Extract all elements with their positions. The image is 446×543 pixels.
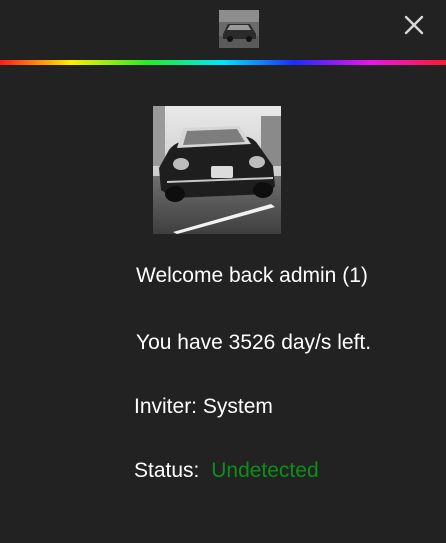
title-bar[interactable]: [0, 0, 446, 52]
user-avatar: [153, 106, 281, 234]
days-remaining: You have 3526 day/s left.: [136, 331, 372, 354]
close-button[interactable]: [401, 12, 427, 38]
status-badge: Undetected: [211, 459, 319, 482]
rainbow-divider: [0, 52, 446, 65]
car-photo-avatar: [153, 106, 281, 234]
welcome-message: Welcome back admin (1): [136, 264, 368, 287]
status-label: Status:: [134, 459, 200, 482]
inviter-info: Inviter: System: [134, 395, 273, 418]
close-icon: [404, 15, 424, 35]
status-line: Status: Undetected: [134, 460, 319, 481]
loader-window: Welcome back admin (1) You have 3526 day…: [0, 0, 446, 543]
car-photo-icon: [219, 10, 259, 48]
